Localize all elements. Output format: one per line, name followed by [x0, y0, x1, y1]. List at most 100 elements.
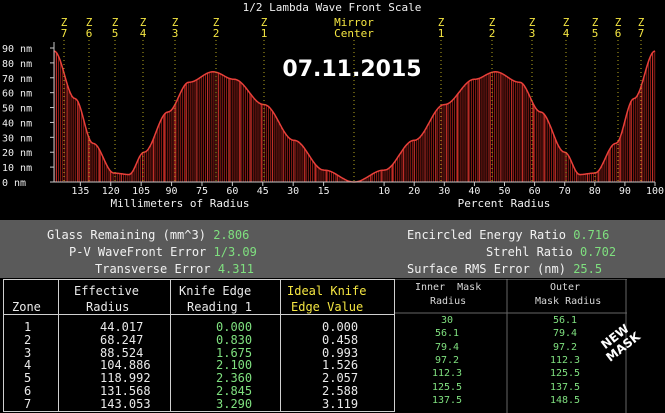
knife-edge-cell: 3.290	[216, 396, 253, 411]
strehl-row: Strehl Ratio 0.702	[486, 245, 616, 259]
pv-error-row: P-V WaveFront Error 1/3.09	[69, 245, 257, 259]
mask-inner-cell: 56.1	[434, 328, 460, 340]
left-x-tick-label: 30	[287, 186, 299, 197]
mask-header-outer-line1: Outer	[550, 282, 581, 293]
zone-number-left: 1	[261, 27, 268, 40]
mask-outer-cell: 79.4	[552, 328, 578, 340]
y-tick-label: 30 nm	[2, 133, 32, 144]
transverse-error-value: 4.311	[217, 262, 254, 276]
table-divider	[58, 280, 59, 411]
strehl-value: 0.702	[579, 245, 617, 259]
mask-inner-cell: 97.2	[434, 354, 460, 366]
glass-remaining-label: Glass Remaining (mm^3)	[47, 228, 206, 242]
pv-error-label: P-V WaveFront Error	[69, 245, 207, 259]
left-x-tick-label: 90	[166, 186, 178, 197]
zone-number-left: 4	[140, 27, 147, 40]
right-x-tick-label: 100	[646, 186, 664, 197]
left-x-axis-label: Millimeters of Radius	[110, 197, 249, 210]
date-label: 07.11.2015	[282, 57, 421, 82]
zone-number-left: 3	[172, 27, 179, 40]
header-effective-radius-line2: Radius	[86, 300, 130, 314]
y-tick-label: 80 nm	[2, 59, 32, 70]
left-x-tick-label: 45	[257, 186, 269, 197]
encircled-energy-label: Encircled Energy Ratio	[407, 228, 566, 242]
y-tick-label: 60 nm	[2, 89, 32, 100]
header-ideal-knife-line1: Ideal Knife	[287, 284, 367, 298]
header-zone: Zone	[12, 300, 41, 314]
mask-inner-cell: 79.4	[434, 341, 460, 353]
right-x-tick-label: 70	[559, 186, 571, 197]
zone-number-left: 5	[112, 27, 119, 40]
y-tick-label: 90 nm	[2, 44, 32, 55]
zone-number-left: 7	[61, 27, 68, 40]
right-x-tick-label: 30	[438, 186, 450, 197]
mask-outer-cell: 112.3	[549, 354, 581, 366]
strehl-label: Strehl Ratio	[486, 245, 573, 259]
zone-cell: 7	[24, 396, 32, 411]
left-x-tick-label: 15	[318, 186, 330, 197]
mask-header-inner-line2: Radius	[430, 296, 467, 307]
mirror-center-label-line2: Center	[334, 27, 374, 40]
zone-table: Zone Effective Radius Knife Edge Reading…	[3, 279, 395, 412]
mask-inner-cell: 137.5	[431, 394, 463, 406]
mask-outer-cell: 56.1	[552, 315, 578, 326]
left-x-tick-label: 120	[102, 186, 120, 197]
pv-error-value: 1/3.09	[213, 245, 257, 259]
zone-number-right: 6	[615, 27, 622, 40]
y-tick-label: 0 nm	[2, 178, 26, 189]
y-tick-label: 40 nm	[2, 118, 32, 129]
right-x-tick-label: 90	[619, 186, 631, 197]
zone-number-right: 1	[438, 27, 445, 40]
right-x-tick-label: 10	[378, 186, 390, 197]
zone-number-right: 4	[563, 27, 570, 40]
mask-inner-cell: 112.3	[431, 368, 463, 380]
glass-remaining-row: Glass Remaining (mm^3) 2.806	[47, 228, 249, 242]
mask-outer-cell: 148.5	[549, 394, 581, 406]
y-tick-label: 50 nm	[2, 104, 32, 115]
rms-error-row: Surface RMS Error (nm) 25.5	[407, 262, 602, 276]
right-x-tick-label: 40	[468, 186, 480, 197]
transverse-error-label: Transverse Error	[95, 262, 211, 276]
mask-outer-cell: 97.2	[552, 341, 578, 353]
zone-number-left: 6	[86, 27, 93, 40]
mask-inner-cell: 125.5	[431, 381, 463, 393]
table-header-divider	[4, 314, 394, 315]
rms-error-label: Surface RMS Error (nm)	[407, 262, 566, 276]
mask-outer-cell: 125.5	[549, 368, 581, 380]
right-x-tick-label: 60	[529, 186, 541, 197]
zone-number-right: 7	[638, 27, 645, 40]
header-effective-radius-line1: Effective	[74, 284, 140, 298]
glass-remaining-value: 2.806	[213, 228, 250, 242]
mask-header-outer-line2: Mask Radius	[535, 296, 602, 307]
mask-outer-cell: 137.5	[549, 381, 581, 393]
zone-number-right: 3	[529, 27, 536, 40]
table-divider	[170, 280, 171, 411]
mask-header-inner-line1: Inner Mask	[415, 282, 482, 293]
right-x-tick-label: 20	[408, 186, 420, 197]
left-x-tick-label: 75	[196, 186, 208, 197]
y-tick-label: 10 nm	[2, 163, 32, 174]
right-x-tick-label: 50	[498, 186, 510, 197]
zone-number-right: 2	[489, 27, 496, 40]
mask-inner-cell: 30	[440, 315, 454, 326]
right-x-tick-label: 80	[589, 186, 601, 197]
encircled-energy-row: Encircled Energy Ratio 0.716	[407, 228, 609, 242]
left-x-tick-label: 60	[226, 186, 238, 197]
zone-number-left: 2	[213, 27, 220, 40]
chart-title: 1/2 Lambda Wave Front Scale	[243, 1, 422, 14]
encircled-energy-value: 0.716	[573, 228, 610, 242]
left-x-tick-label: 135	[71, 186, 89, 197]
header-ideal-knife-line2: Edge Value	[291, 300, 364, 314]
y-tick-label: 70 nm	[2, 74, 32, 85]
mask-table: Inner Mask Radius Outer Mask Radius 30 56…	[395, 279, 627, 413]
right-x-axis-label: Percent Radius	[458, 197, 551, 210]
table-divider	[280, 280, 281, 411]
rms-error-value: 25.5	[573, 262, 603, 276]
y-tick-label: 20 nm	[2, 148, 32, 159]
ideal-knife-cell: 3.119	[322, 396, 359, 411]
header-knife-edge-line1: Knife Edge	[179, 284, 252, 298]
effective-radius-cell: 143.053	[100, 396, 151, 411]
transverse-error-row: Transverse Error 4.311	[95, 262, 254, 276]
zone-number-right: 5	[592, 27, 599, 40]
left-x-tick-label: 105	[132, 186, 150, 197]
